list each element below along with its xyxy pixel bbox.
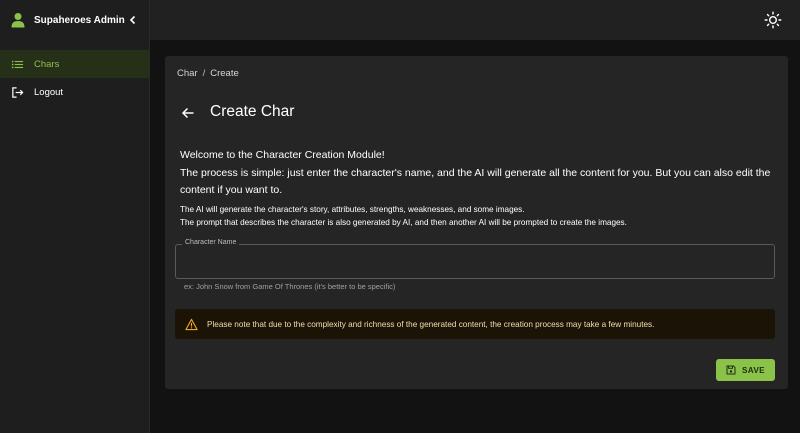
breadcrumb-separator: / <box>202 68 206 79</box>
sun-icon[interactable] <box>764 11 782 29</box>
intro-detail-2: The prompt that describes the character … <box>180 218 627 227</box>
sidebar-item-label: Logout <box>34 86 64 98</box>
breadcrumb: Char / Create <box>177 68 239 79</box>
list-icon <box>10 57 24 71</box>
save-icon <box>726 365 736 375</box>
intro-text: Welcome to the Character Creation Module… <box>180 148 780 229</box>
logout-icon <box>10 85 24 99</box>
create-char-card: Char / Create Create Char Welcome to the C… <box>165 56 788 389</box>
breadcrumb-item-create: Create <box>210 68 239 79</box>
character-name-input[interactable] <box>176 245 774 278</box>
warning-alert: Please note that due to the complexity a… <box>175 309 775 339</box>
sidebar: Supaheroes Admin Chars Logout <box>0 0 150 433</box>
character-name-helper: ex: John Snow from Game Of Thrones (it's… <box>184 282 396 291</box>
arrow-back-icon[interactable] <box>181 106 195 120</box>
page-title: Create Char <box>210 103 295 120</box>
sidebar-item-logout[interactable]: Logout <box>0 78 149 106</box>
sidebar-item-label: Chars <box>34 58 60 70</box>
sidebar-item-chars[interactable]: Chars <box>0 50 149 78</box>
intro-description: The process is simple: just enter the ch… <box>180 167 771 196</box>
warning-icon <box>185 318 198 330</box>
warning-message: Please note that due to the complexity a… <box>207 319 655 329</box>
app-title: Supaheroes Admin <box>34 14 125 26</box>
app-root: Supaheroes Admin Chars Logout Char / Cre… <box>0 0 800 433</box>
user-icon <box>11 13 25 28</box>
topbar <box>150 0 800 40</box>
brand-header: Supaheroes Admin <box>0 0 149 40</box>
character-name-field: Character Name <box>175 239 775 279</box>
breadcrumb-item-char[interactable]: Char <box>177 68 198 79</box>
save-button-label: SAVE <box>742 365 765 375</box>
character-name-label: Character Name <box>182 239 240 246</box>
save-button[interactable]: SAVE <box>716 359 775 381</box>
chevron-left-icon[interactable] <box>127 14 139 26</box>
intro-heading: Welcome to the Character Creation Module… <box>180 149 385 161</box>
intro-detail: The AI will generate the character's sto… <box>180 203 780 229</box>
sidebar-nav: Chars Logout <box>0 50 149 106</box>
intro-detail-1: The AI will generate the character's sto… <box>180 205 525 214</box>
